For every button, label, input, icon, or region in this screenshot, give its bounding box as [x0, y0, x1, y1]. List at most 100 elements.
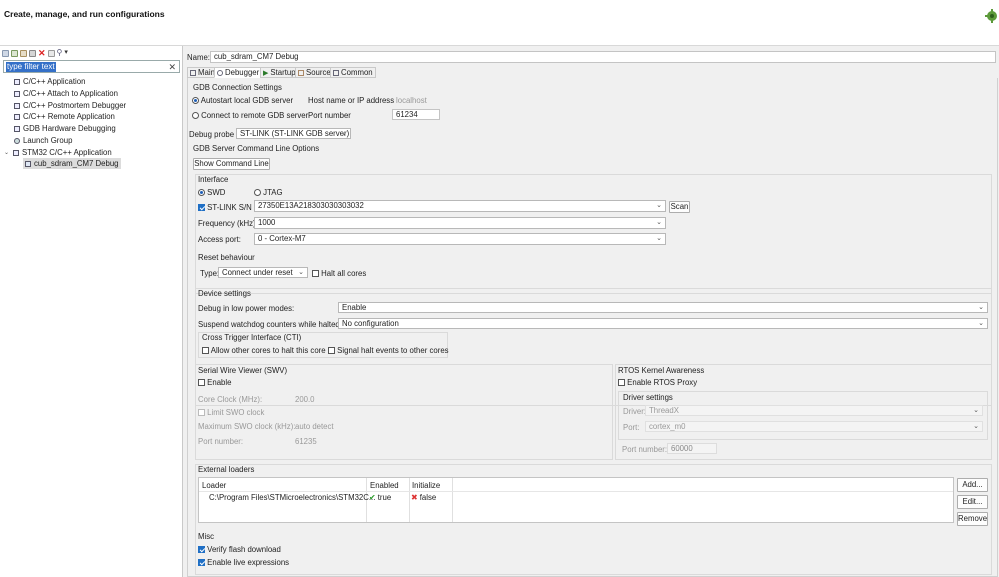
remote-radio-dot[interactable]: [192, 112, 199, 120]
cti-signal-checkbox[interactable]: Signal halt events to other cores: [328, 346, 449, 355]
tab-source[interactable]: Source: [295, 67, 334, 78]
rtos-port-select[interactable]: cortex_m0 ⌄: [645, 421, 983, 432]
watchdog-select[interactable]: No configuration ⌄: [338, 318, 988, 329]
enabled-column-header[interactable]: Enabled: [370, 481, 399, 490]
driver-select[interactable]: ThreadX ⌄: [645, 405, 983, 416]
tree-item-cpp-postmortem[interactable]: C/C++ Postmortem Debugger: [14, 100, 126, 111]
reset-type-select[interactable]: Connect under reset ⌄: [218, 267, 308, 278]
access-port-select[interactable]: 0 - Cortex-M7 ⌄: [254, 233, 666, 245]
tree-item-cpp-application[interactable]: C/C++ Application: [14, 76, 85, 87]
tree-item-cub-sdram-cm7-debug[interactable]: cub_sdram_CM7 Debug: [23, 158, 121, 169]
swv-heading: Serial Wire Viewer (SWV): [198, 366, 288, 375]
new-proto-icon[interactable]: [11, 49, 18, 57]
autostart-radio-dot[interactable]: [192, 97, 199, 105]
swd-radio-dot[interactable]: [198, 189, 205, 197]
export-icon[interactable]: [20, 49, 27, 57]
left-toolbar: ✕ ⚲ ▾: [2, 48, 68, 58]
filter-icon[interactable]: ⚲: [57, 49, 63, 57]
verify-flash-check[interactable]: [198, 546, 205, 554]
halt-all-check[interactable]: [312, 270, 319, 278]
debug-probe-select[interactable]: ST-LINK (ST-LINK GDB server) ⌄: [236, 128, 351, 139]
initialize-cell[interactable]: ✖ false: [411, 493, 436, 502]
verify-flash-checkbox[interactable]: Verify flash download: [198, 545, 281, 554]
view-menu-chevron-icon[interactable]: ▾: [64, 49, 68, 57]
swd-radio[interactable]: SWD: [198, 188, 225, 197]
cti-signal-check[interactable]: [328, 347, 335, 355]
c-attach-icon: [14, 90, 20, 97]
configuration-list-panel: ✕ ⚲ ▾ type filter text ✕ C/C++ Applicati…: [0, 46, 183, 577]
swv-port-value: 61235: [295, 437, 317, 446]
driver-label: Driver:: [623, 407, 646, 416]
tree-item-cpp-attach[interactable]: C/C++ Attach to Application: [14, 88, 118, 99]
remote-radio[interactable]: Connect to remote GDB server: [192, 111, 308, 120]
reset-heading: Reset behaviour: [198, 253, 255, 262]
add-loader-button[interactable]: Add...: [957, 478, 988, 492]
tree-item-stm32-application[interactable]: ⌄ STM32 C/C++ Application: [4, 147, 112, 158]
duplicate-icon[interactable]: [29, 49, 36, 57]
dialog-header: Create, manage, and run configurations: [0, 0, 999, 46]
swv-enable-checkbox[interactable]: Enable: [198, 378, 231, 387]
rtos-proxy-check[interactable]: [618, 379, 625, 387]
max-swo-label: Maximum SWO clock (kHz):: [198, 422, 296, 431]
device-settings-heading: Device settings: [198, 289, 251, 298]
cti-allow-checkbox[interactable]: Allow other cores to halt this core: [202, 346, 326, 355]
limit-swo-check[interactable]: [198, 409, 205, 417]
loaders-table: Loader Enabled Initialize C:\Program Fil…: [198, 477, 954, 523]
chevron-down-icon: ⌄: [973, 407, 979, 414]
launch-group-icon: [14, 137, 20, 144]
chevron-down-icon: ⌄: [978, 320, 984, 327]
config-name-field[interactable]: cub_sdram_CM7 Debug: [210, 51, 996, 63]
tab-common[interactable]: Common: [330, 67, 376, 78]
filter-input[interactable]: type filter text ✕: [3, 60, 180, 73]
name-label: Name:: [187, 53, 210, 62]
swv-port-label: Port number:: [198, 437, 244, 446]
tab-debugger[interactable]: Debugger: [214, 67, 263, 78]
tree-item-gdb-hardware[interactable]: GDB Hardware Debugging: [14, 123, 116, 134]
bug-gear-icon: [985, 9, 997, 23]
enabled-cell[interactable]: ✔ true: [369, 493, 391, 502]
frequency-select[interactable]: 1000 ⌄: [254, 217, 666, 229]
loader-column-header[interactable]: Loader: [202, 481, 226, 490]
jtag-radio-dot[interactable]: [254, 189, 261, 197]
chevron-down-icon: ⌄: [656, 219, 662, 226]
cti-heading: Cross Trigger Interface (CTI): [202, 333, 302, 342]
c-app-icon: [14, 78, 20, 85]
edit-loader-button[interactable]: Edit...: [957, 495, 988, 509]
live-expressions-checkbox[interactable]: Enable live expressions: [198, 558, 289, 567]
jtag-radio[interactable]: JTAG: [254, 188, 283, 197]
port-field[interactable]: 61234: [392, 109, 440, 120]
chevron-down-icon: ⌄: [656, 235, 662, 242]
clear-filter-icon[interactable]: ✕: [168, 61, 176, 73]
source-tab-icon: [298, 69, 304, 76]
show-command-line-button[interactable]: Show Command Line: [193, 158, 270, 170]
limit-swo-checkbox[interactable]: Limit SWO clock: [198, 408, 264, 417]
core-clock-value: 200.0: [295, 395, 315, 404]
collapse-all-icon[interactable]: [47, 49, 55, 57]
rtos-port-number-field[interactable]: 60000: [667, 443, 717, 454]
stlink-sn-checkbox[interactable]: ST-LINK S/N: [198, 203, 252, 212]
stlink-sn-check[interactable]: [198, 204, 205, 212]
low-power-select[interactable]: Enable ⌄: [338, 302, 988, 313]
tree-item-launch-group[interactable]: Launch Group: [14, 135, 72, 146]
debug-probe-label: Debug probe: [189, 130, 235, 139]
delete-icon[interactable]: ✕: [38, 49, 46, 58]
stlink-sn-select[interactable]: 27350E13A218303030303032 ⌄: [254, 200, 666, 212]
autostart-radio[interactable]: Autostart local GDB server: [192, 96, 293, 105]
remove-loader-button[interactable]: Remove: [957, 512, 988, 526]
swv-enable-check[interactable]: [198, 379, 205, 387]
watchdog-label: Suspend watchdog counters while halted:: [198, 320, 342, 329]
rtos-port-label: Port:: [623, 423, 640, 432]
halt-all-checkbox[interactable]: Halt all cores: [312, 269, 366, 278]
chevron-down-icon: ⌄: [973, 423, 979, 430]
tab-startup[interactable]: ▶ Startup: [260, 67, 299, 78]
rtos-proxy-checkbox[interactable]: Enable RTOS Proxy: [618, 378, 697, 387]
expand-chevron-icon[interactable]: ⌄: [4, 149, 10, 156]
loader-path-cell[interactable]: C:\Program Files\STMicroelectronics\STM3…: [209, 493, 375, 502]
scan-button[interactable]: Scan: [669, 201, 690, 213]
tree-item-cpp-remote[interactable]: C/C++ Remote Application: [14, 111, 115, 122]
chevron-down-icon: ⌄: [978, 304, 984, 311]
new-config-icon[interactable]: [2, 49, 9, 57]
initialize-column-header[interactable]: Initialize: [412, 481, 440, 490]
live-expressions-check[interactable]: [198, 559, 205, 567]
cti-allow-check[interactable]: [202, 347, 209, 355]
